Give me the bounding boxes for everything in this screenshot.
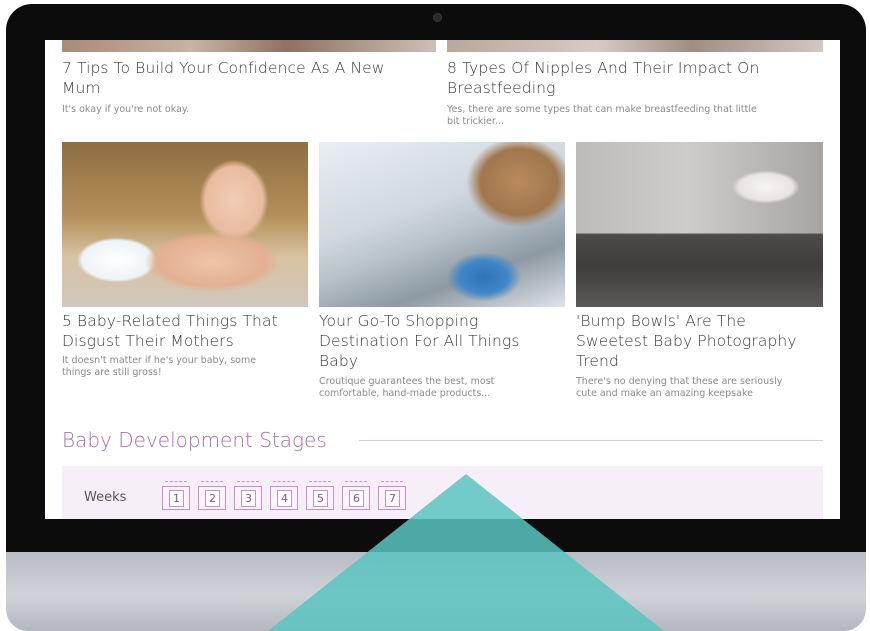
- week-button-5[interactable]: 5: [306, 481, 334, 510]
- article-desc-disgust: It doesn't matter if he's your baby, som…: [62, 355, 312, 379]
- article-image-bump-bowls[interactable]: [576, 142, 823, 307]
- desc-line: things are still gross!: [62, 367, 162, 378]
- article-title-confidence[interactable]: 7 Tips To Build Your Confidence As A New…: [62, 58, 442, 98]
- desc-line: cute and make an amazing keepsake: [576, 388, 753, 399]
- article-image-shopping[interactable]: [319, 142, 565, 307]
- article-title-bump-bowls[interactable]: 'Bump Bowls' Are The Sweetest Baby Photo…: [576, 311, 831, 371]
- article-desc-bump-bowls: There's no denying that these are seriou…: [576, 376, 831, 400]
- development-stages-panel: Weeks 1 2 3 4 5 6 7: [62, 466, 823, 519]
- week-button-7[interactable]: 7: [378, 481, 406, 510]
- article-desc-nipples: Yes, there are some types that can make …: [447, 104, 827, 128]
- calendar-icon: [345, 481, 367, 486]
- title-line: Disgust Their Mothers: [62, 332, 234, 350]
- calendar-icon: [273, 481, 295, 486]
- title-line: Breastfeeding: [447, 79, 556, 97]
- week-button-6[interactable]: 6: [342, 481, 370, 510]
- section-title-development: Baby Development Stages: [62, 428, 327, 452]
- week-number: 7: [385, 490, 400, 507]
- desc-line: bit trickier...: [447, 116, 504, 127]
- article-image-baby[interactable]: [62, 142, 308, 307]
- section-divider: [359, 440, 823, 441]
- week-button-2[interactable]: 2: [198, 481, 226, 510]
- desc-line: comfortable, hand-made products...: [319, 388, 491, 399]
- week-button-4[interactable]: 4: [270, 481, 298, 510]
- article-title-disgust[interactable]: 5 Baby-Related Things That Disgust Their…: [62, 311, 312, 351]
- title-line: Sweetest Baby Photography: [576, 332, 797, 350]
- monitor-screen: 7 Tips To Build Your Confidence As A New…: [45, 40, 840, 519]
- desc-line: There's no denying that these are seriou…: [576, 376, 783, 387]
- week-number: 2: [205, 490, 220, 507]
- week-button-1[interactable]: 1: [162, 481, 190, 510]
- title-line: Your Go-To Shopping: [319, 312, 479, 330]
- desc-line: It doesn't matter if he's your baby, som…: [62, 355, 257, 366]
- calendar-icon: [381, 481, 403, 486]
- title-line: Trend: [576, 352, 619, 370]
- webcam-icon: [433, 13, 442, 22]
- week-number: 1: [169, 490, 184, 507]
- title-line: Baby: [319, 352, 359, 370]
- title-line: Mum: [62, 79, 101, 97]
- desc-line: Yes, there are some types that can make …: [447, 104, 757, 115]
- week-number: 3: [241, 490, 256, 507]
- article-image-nipples[interactable]: [447, 40, 823, 52]
- article-desc-shopping: Croutique guarantees the best, most comf…: [319, 376, 569, 400]
- title-line: 5 Baby-Related Things That: [62, 312, 278, 330]
- week-number: 4: [277, 490, 292, 507]
- title-line: Destination For All Things: [319, 332, 520, 350]
- week-number: 6: [349, 490, 364, 507]
- calendar-icon: [201, 481, 223, 486]
- article-title-nipples[interactable]: 8 Types Of Nipples And Their Impact On B…: [447, 58, 827, 98]
- week-number: 5: [313, 490, 328, 507]
- weeks-label: Weeks: [84, 490, 127, 505]
- article-image-confidence[interactable]: [62, 40, 436, 52]
- title-line: 8 Types Of Nipples And Their Impact On: [447, 59, 760, 77]
- title-line: 'Bump Bowls' Are The: [576, 312, 746, 330]
- article-desc-confidence: It's okay if you're not okay.: [62, 104, 432, 116]
- desc-line: Croutique guarantees the best, most: [319, 376, 495, 387]
- monitor-chin: [6, 552, 866, 631]
- calendar-icon: [237, 481, 259, 486]
- calendar-icon: [165, 481, 187, 486]
- title-line: 7 Tips To Build Your Confidence As A New: [62, 59, 385, 77]
- article-title-shopping[interactable]: Your Go-To Shopping Destination For All …: [319, 311, 569, 371]
- desc-line: It's okay if you're not okay.: [62, 104, 190, 115]
- calendar-icon: [309, 481, 331, 486]
- week-button-3[interactable]: 3: [234, 481, 262, 510]
